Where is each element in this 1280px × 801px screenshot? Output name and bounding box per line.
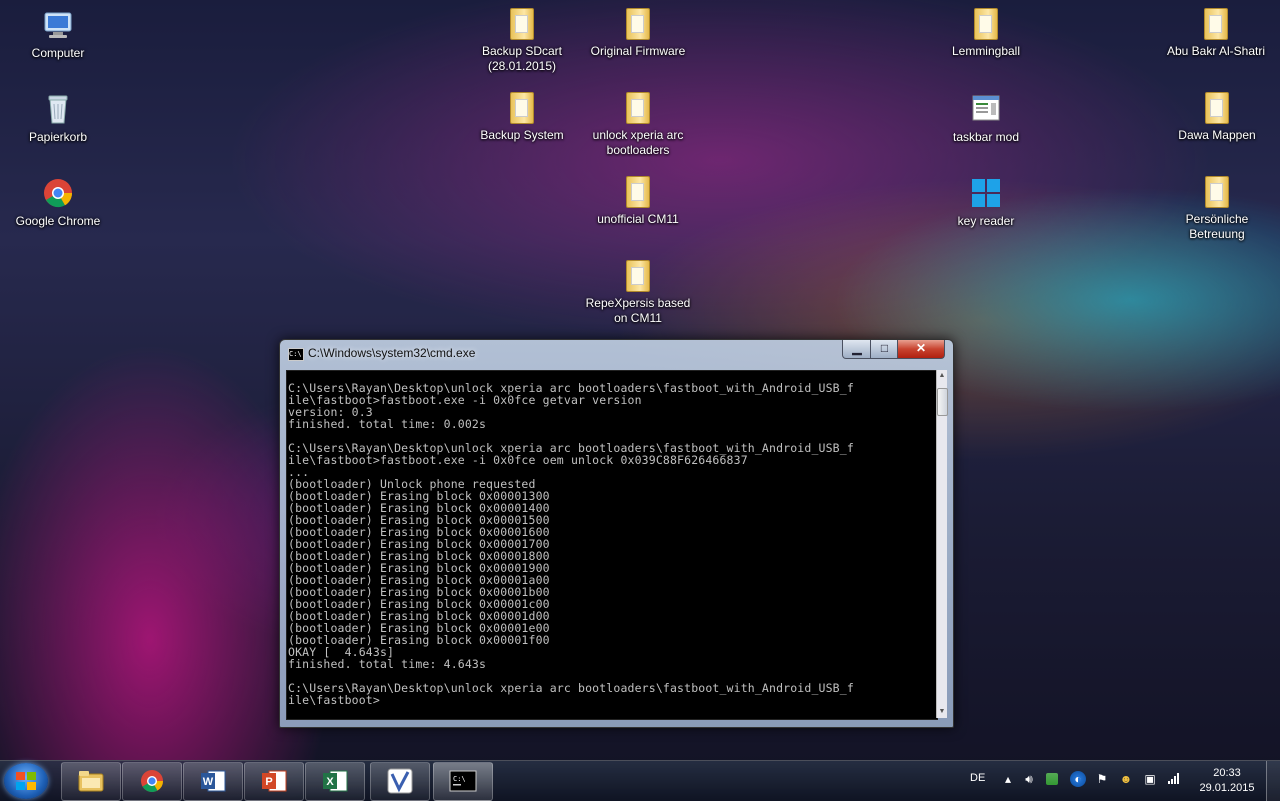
file-explorer-icon	[78, 771, 104, 792]
volume-icon[interactable]: 🔊︎	[1021, 771, 1037, 787]
folder-icon	[974, 8, 998, 40]
folder-icon	[510, 92, 534, 124]
console-text: C:\Users\Rayan\Desktop\unlock xperia arc…	[288, 381, 854, 707]
clock-date: 29.01.2015	[1199, 782, 1255, 794]
windows-logo-icon	[16, 772, 36, 790]
word-icon: W	[201, 770, 226, 792]
taskbar: W P X C:\ DE ▴ 🔊︎ ◐ ⚑ ☻ ▣ 20:33 29.01.20…	[0, 760, 1280, 801]
cmd-app-icon[interactable]: C:\	[288, 348, 304, 361]
scroll-down-arrow-icon[interactable]: ▼	[937, 706, 947, 718]
show-desktop-button[interactable]	[1266, 761, 1280, 801]
desktop-icon-key-reader[interactable]: key reader	[931, 176, 1041, 229]
desktop-icon-lemmingball[interactable]: Lemmingball	[931, 4, 1041, 59]
cmd-titlebar[interactable]: C:\ C:\Windows\system32\cmd.exe ▁ □ ✕	[280, 340, 953, 366]
folder-icon	[626, 260, 650, 292]
cmd-window[interactable]: C:\ C:\Windows\system32\cmd.exe ▁ □ ✕ C:…	[279, 339, 954, 728]
desktop-icon-repexpersis[interactable]: RepeXpersis based on CM11	[583, 256, 693, 326]
v-logo-icon	[387, 768, 413, 794]
folder-icon	[626, 8, 650, 40]
signal-strength-icon[interactable]	[1166, 771, 1182, 787]
desktop-icon-label: RepeXpersis based on CM11	[585, 296, 691, 325]
desktop-icon-label: unlock xperia arc bootloaders	[592, 128, 684, 157]
desktop-icon-label: Persönliche Betreuung	[1185, 212, 1249, 241]
desktop-icon-computer[interactable]: Computer	[3, 8, 113, 61]
taskbar-chrome-button[interactable]	[122, 762, 182, 801]
desktop-icon-unofficial-cm11[interactable]: unofficial CM11	[583, 172, 693, 227]
chrome-icon	[44, 179, 73, 208]
windows-logo-icon	[972, 179, 1000, 207]
user-group-icon[interactable]: ☻	[1118, 771, 1134, 787]
folder-icon	[510, 8, 534, 40]
chrome-icon	[141, 770, 163, 792]
desktop-icon-persoenliche-betreuung[interactable]: Persönliche Betreuung	[1162, 172, 1272, 242]
svg-text:W: W	[203, 776, 214, 788]
svg-text:X: X	[326, 776, 334, 788]
folder-icon	[1205, 176, 1229, 208]
language-indicator[interactable]: DE	[970, 772, 985, 784]
desktop-icon-abu-bakr[interactable]: Abu Bakr Al-Shatri	[1152, 4, 1280, 59]
usb-device-icon[interactable]: ▣	[1142, 771, 1158, 787]
console-output-area[interactable]: C:\Users\Rayan\Desktop\unlock xperia arc…	[286, 370, 938, 720]
recycle-bin-icon	[48, 95, 68, 124]
svg-text:C:\: C:\	[453, 775, 466, 783]
close-button[interactable]: ✕	[897, 340, 945, 359]
chevron-up-icon[interactable]: ▴	[1000, 771, 1016, 787]
taskbar-powerpoint-button[interactable]: P	[244, 762, 304, 801]
network-icon[interactable]	[1046, 773, 1058, 785]
desktop-icon-dawa-mappen[interactable]: Dawa Mappen	[1162, 88, 1272, 143]
scrollbar-thumb[interactable]	[937, 388, 948, 416]
excel-icon: X	[323, 770, 348, 792]
desktop-icon-google-chrome[interactable]: Google Chrome	[3, 176, 113, 229]
folder-icon	[626, 92, 650, 124]
desktop-icon-label: Backup System	[480, 128, 564, 142]
desktop-icon-recycle-bin[interactable]: Papierkorb	[3, 92, 113, 145]
desktop-icon-label: Lemmingball	[951, 44, 1021, 58]
desktop-icon-backup-sdcart[interactable]: Backup SDcart (28.01.2015)	[467, 4, 577, 74]
maximize-button[interactable]: □	[870, 340, 899, 359]
computer-icon	[44, 12, 72, 38]
desktop-icon-label: taskbar mod	[952, 130, 1020, 144]
desktop-icon-unlock-xperia[interactable]: unlock xperia arc bootloaders	[583, 88, 693, 158]
desktop-icon-label: Computer	[31, 46, 85, 60]
vertical-scrollbar[interactable]: ▲ ▼	[936, 370, 948, 718]
window-title: C:\Windows\system32\cmd.exe	[308, 346, 476, 360]
taskbar-app-v-button[interactable]	[370, 762, 430, 801]
cmd-icon: C:\	[449, 770, 477, 792]
update-icon[interactable]: ◐	[1070, 771, 1086, 787]
clock-time: 20:33	[1213, 767, 1241, 779]
desktop-icon-label: Abu Bakr Al-Shatri	[1166, 44, 1266, 58]
svg-text:P: P	[265, 776, 272, 788]
taskbar-cmd-button[interactable]: C:\	[433, 762, 493, 801]
desktop-icon-label: Dawa Mappen	[1178, 128, 1256, 142]
desktop-icon-label: Google Chrome	[15, 214, 101, 228]
action-center-flag-icon[interactable]: ⚑	[1094, 771, 1110, 787]
taskbar-word-button[interactable]: W	[183, 762, 243, 801]
folder-icon	[626, 176, 650, 208]
desktop-icon-taskbar-mod[interactable]: taskbar mod	[931, 92, 1041, 145]
taskbar-explorer-button[interactable]	[61, 762, 121, 801]
folder-icon	[1205, 92, 1229, 124]
document-window-icon	[972, 95, 1000, 121]
desktop-icon-label: Original Firmware	[590, 44, 686, 58]
folder-icon	[1204, 8, 1228, 40]
scroll-up-arrow-icon[interactable]: ▲	[937, 370, 947, 382]
desktop-icon-label: key reader	[957, 214, 1015, 228]
desktop-icon-original-firmware[interactable]: Original Firmware	[583, 4, 693, 59]
start-button[interactable]	[4, 763, 48, 799]
desktop-icon-label: unofficial CM11	[597, 212, 679, 226]
minimize-button[interactable]: ▁	[842, 340, 872, 359]
desktop-icon-label: Papierkorb	[28, 130, 88, 144]
taskbar-excel-button[interactable]: X	[305, 762, 365, 801]
system-clock[interactable]: 20:33 29.01.2015	[1196, 766, 1258, 796]
powerpoint-icon: P	[262, 770, 287, 792]
desktop-icon-label: Backup SDcart (28.01.2015)	[481, 44, 563, 73]
desktop-icon-backup-system[interactable]: Backup System	[467, 88, 577, 143]
